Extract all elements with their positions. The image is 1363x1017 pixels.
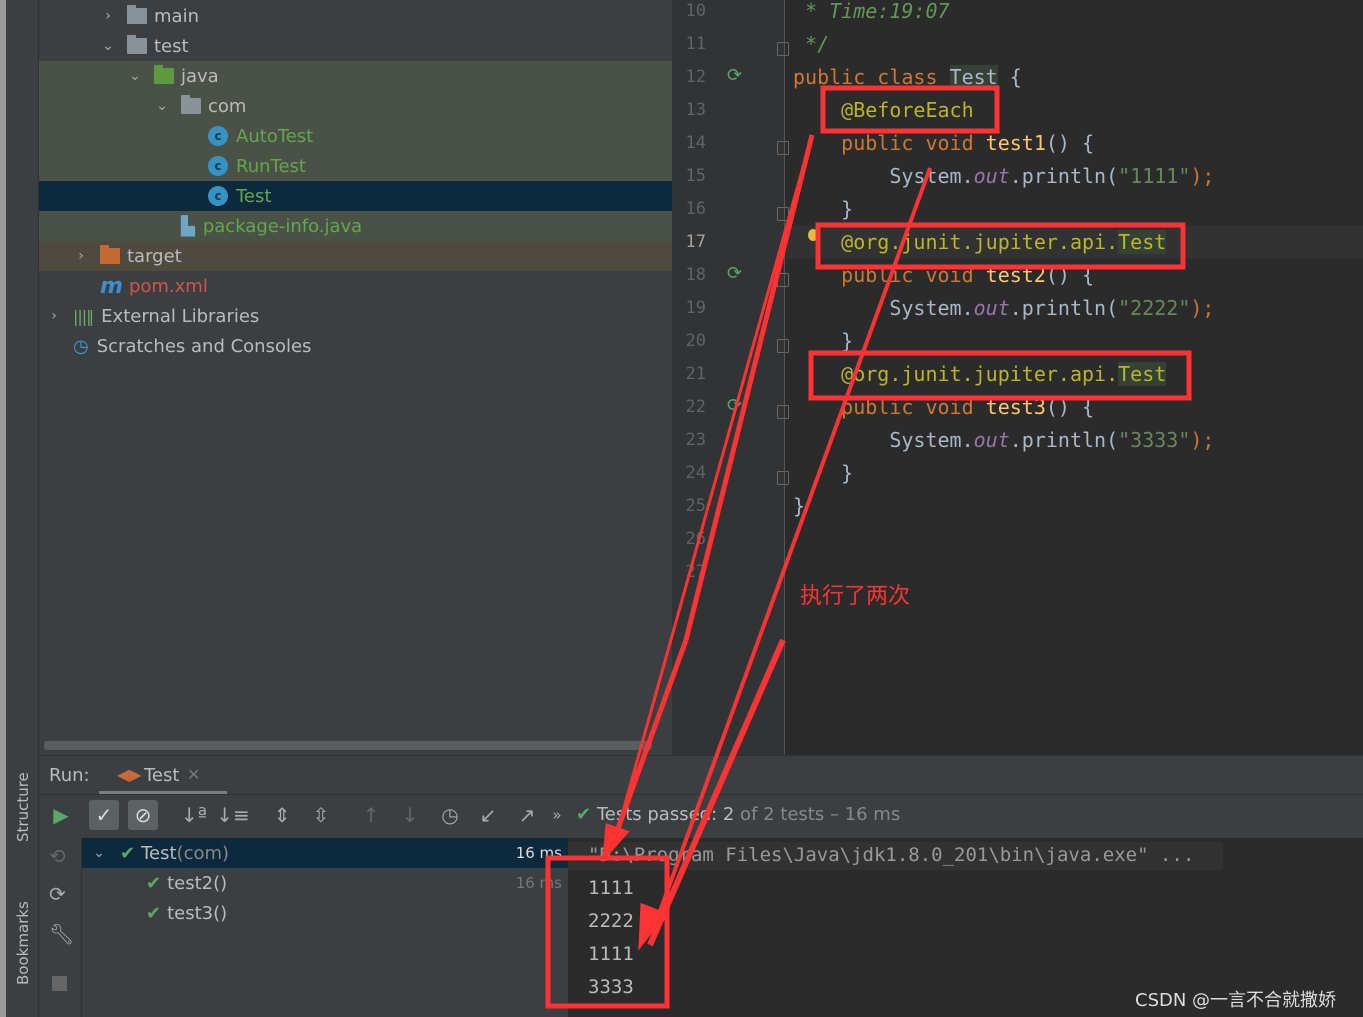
arrow-line bbox=[683, 134, 815, 641]
highlight-box-test-annotation bbox=[808, 350, 1192, 401]
highlight-box-beforeeach bbox=[820, 85, 1000, 134]
highlight-box-test-annotation bbox=[815, 222, 1186, 270]
annotation-overlay bbox=[545, 85, 1192, 1009]
arrow-line bbox=[609, 639, 689, 846]
arrow-line bbox=[613, 134, 814, 841]
